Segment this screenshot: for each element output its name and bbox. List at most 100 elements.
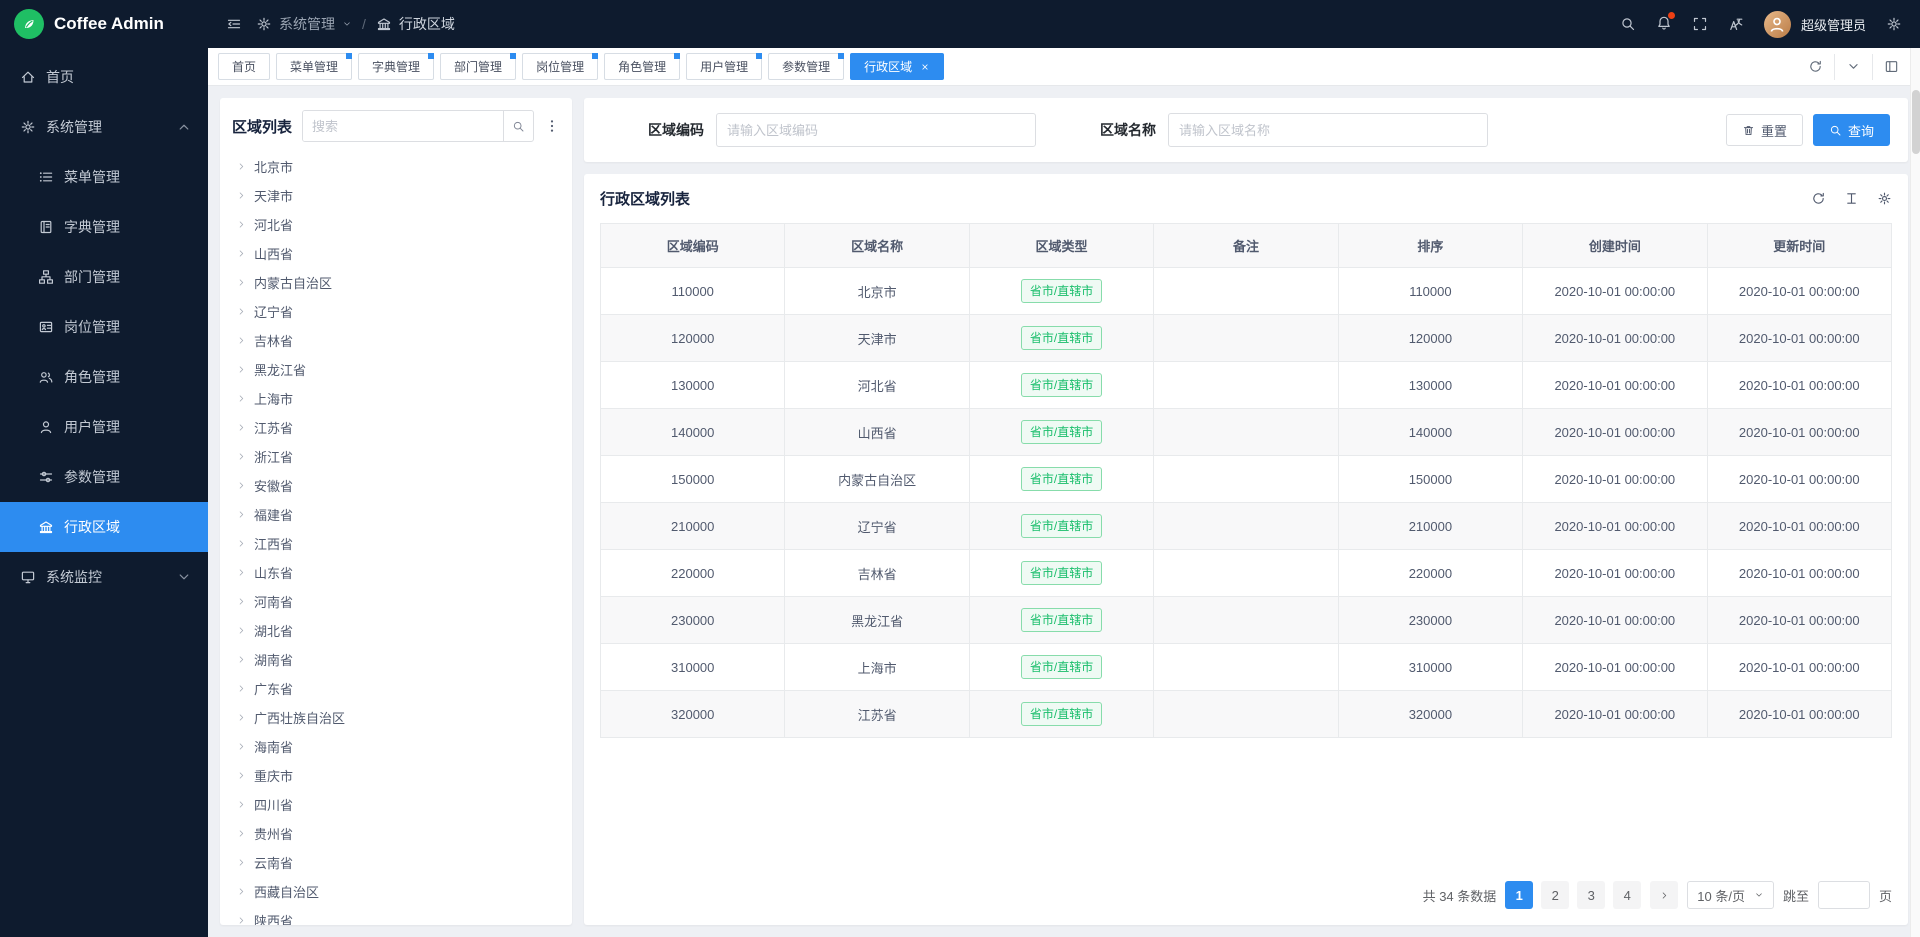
sidebar-item-param-management[interactable]: 参数管理 xyxy=(0,452,208,502)
tree-item[interactable]: 黑龙江省 xyxy=(232,355,560,384)
tree-search-button[interactable] xyxy=(503,111,533,141)
chevron-right-icon xyxy=(236,799,247,810)
tree-item[interactable]: 江西省 xyxy=(232,529,560,558)
sidebar-item-system-management[interactable]: 系统管理 xyxy=(0,102,208,152)
tab-role-management[interactable]: 角色管理 xyxy=(604,53,680,80)
query-button[interactable]: 查询 xyxy=(1813,114,1890,146)
tab-region-management[interactable]: 行政区域 xyxy=(850,53,944,80)
fullscreen-icon[interactable] xyxy=(1692,16,1708,32)
chevron-down-icon xyxy=(342,19,352,29)
page-button-4[interactable]: 4 xyxy=(1613,881,1641,909)
username[interactable]: 超级管理员 xyxy=(1801,15,1866,34)
settings-gear-icon[interactable] xyxy=(1886,16,1902,32)
table-settings-icon[interactable] xyxy=(1877,191,1892,206)
tree-item[interactable]: 江苏省 xyxy=(232,413,560,442)
tree-more-icon[interactable] xyxy=(544,118,560,134)
tree-item[interactable]: 湖南省 xyxy=(232,645,560,674)
region-name-input[interactable] xyxy=(1168,113,1488,147)
table-cell: 310000 xyxy=(1338,644,1522,691)
table-cell: 130000 xyxy=(601,362,785,409)
sidebar-menu: 首页系统管理菜单管理字典管理部门管理岗位管理角色管理用户管理参数管理行政区域系统… xyxy=(0,48,208,937)
tree-item[interactable]: 重庆市 xyxy=(232,761,560,790)
tab-home[interactable]: 首页 xyxy=(218,53,270,80)
table-cell: 320000 xyxy=(601,691,785,738)
tree-item[interactable]: 上海市 xyxy=(232,384,560,413)
tree-item[interactable]: 西藏自治区 xyxy=(232,877,560,906)
table-cell: 2020-10-01 00:00:00 xyxy=(1523,644,1707,691)
tree-item[interactable]: 内蒙古自治区 xyxy=(232,268,560,297)
table-refresh-icon[interactable] xyxy=(1811,191,1826,206)
notifications-button[interactable] xyxy=(1656,15,1672,34)
sidebar-item-post-management[interactable]: 岗位管理 xyxy=(0,302,208,352)
sidebar-item-role-management[interactable]: 角色管理 xyxy=(0,352,208,402)
tab-label: 字典管理 xyxy=(372,58,420,75)
avatar[interactable] xyxy=(1764,11,1791,38)
tree-item[interactable]: 山西省 xyxy=(232,239,560,268)
next-page-button[interactable] xyxy=(1650,881,1678,909)
reset-button-label: 重置 xyxy=(1761,121,1787,140)
tree-item[interactable]: 浙江省 xyxy=(232,442,560,471)
tree-item[interactable]: 吉林省 xyxy=(232,326,560,355)
jump-page-input[interactable] xyxy=(1818,881,1870,909)
sidebar-item-home[interactable]: 首页 xyxy=(0,52,208,102)
role-icon xyxy=(38,369,54,385)
reset-button[interactable]: 重置 xyxy=(1726,114,1803,146)
tab-param-management[interactable]: 参数管理 xyxy=(768,53,844,80)
translate-icon[interactable] xyxy=(1728,16,1744,32)
tree-item[interactable]: 辽宁省 xyxy=(232,297,560,326)
sidebar-item-menu-management[interactable]: 菜单管理 xyxy=(0,152,208,202)
tree-item[interactable]: 贵州省 xyxy=(232,819,560,848)
tree-item-label: 浙江省 xyxy=(254,447,293,466)
sidebar-item-user-management[interactable]: 用户管理 xyxy=(0,402,208,452)
tab-menu-management[interactable]: 菜单管理 xyxy=(276,53,352,80)
tree-item[interactable]: 福建省 xyxy=(232,500,560,529)
column-height-icon[interactable] xyxy=(1844,191,1859,206)
page-button-2[interactable]: 2 xyxy=(1541,881,1569,909)
table-cell: 省市/直辖市 xyxy=(969,409,1153,456)
table-cell: 2020-10-01 00:00:00 xyxy=(1523,268,1707,315)
tree-item[interactable]: 天津市 xyxy=(232,181,560,210)
window-scrollbar[interactable] xyxy=(1910,48,1920,937)
breadcrumb-separator: / xyxy=(362,16,366,32)
tab-user-management[interactable]: 用户管理 xyxy=(686,53,762,80)
tree-item[interactable]: 湖北省 xyxy=(232,616,560,645)
tree-item[interactable]: 陕西省 xyxy=(232,906,560,925)
sidebar-item-region-management[interactable]: 行政区域 xyxy=(0,502,208,552)
table-cell: 上海市 xyxy=(785,644,969,691)
tree-search-input[interactable] xyxy=(303,111,503,141)
page-size-select[interactable]: 10 条/页 xyxy=(1687,881,1774,909)
collapse-sidebar-icon[interactable] xyxy=(226,16,242,32)
page-button-1[interactable]: 1 xyxy=(1505,881,1533,909)
tree-item[interactable]: 海南省 xyxy=(232,732,560,761)
sidebar-item-label: 字典管理 xyxy=(64,217,120,237)
tabs-menu-chevron-icon[interactable] xyxy=(1834,54,1872,80)
tree-item-label: 湖北省 xyxy=(254,621,293,640)
search-icon[interactable] xyxy=(1620,16,1636,32)
breadcrumb-root[interactable]: 系统管理 xyxy=(279,14,335,34)
tree-item[interactable]: 广东省 xyxy=(232,674,560,703)
region-code-input[interactable] xyxy=(716,113,1036,147)
tab-dept-management[interactable]: 部门管理 xyxy=(440,53,516,80)
tree-item[interactable]: 山东省 xyxy=(232,558,560,587)
close-icon[interactable] xyxy=(920,62,930,72)
layout-toggle-icon[interactable] xyxy=(1872,54,1910,80)
sidebar-item-system-monitor[interactable]: 系统监控 xyxy=(0,552,208,602)
sidebar-item-dept-management[interactable]: 部门管理 xyxy=(0,252,208,302)
tab-pin-dot xyxy=(674,53,680,59)
table-cell: 2020-10-01 00:00:00 xyxy=(1523,315,1707,362)
tree-item[interactable]: 安徽省 xyxy=(232,471,560,500)
scrollbar-thumb[interactable] xyxy=(1912,90,1920,154)
chevron-right-icon xyxy=(236,683,247,694)
sidebar-item-dict-management[interactable]: 字典管理 xyxy=(0,202,208,252)
tab-dict-management[interactable]: 字典管理 xyxy=(358,53,434,80)
page-button-3[interactable]: 3 xyxy=(1577,881,1605,909)
tab-post-management[interactable]: 岗位管理 xyxy=(522,53,598,80)
tree-item[interactable]: 云南省 xyxy=(232,848,560,877)
tree-item[interactable]: 河北省 xyxy=(232,210,560,239)
tree-item[interactable]: 河南省 xyxy=(232,587,560,616)
tree-item[interactable]: 广西壮族自治区 xyxy=(232,703,560,732)
table-cell: 220000 xyxy=(1338,550,1522,597)
tree-item[interactable]: 北京市 xyxy=(232,152,560,181)
refresh-tabs-icon[interactable] xyxy=(1797,54,1834,80)
tree-item[interactable]: 四川省 xyxy=(232,790,560,819)
